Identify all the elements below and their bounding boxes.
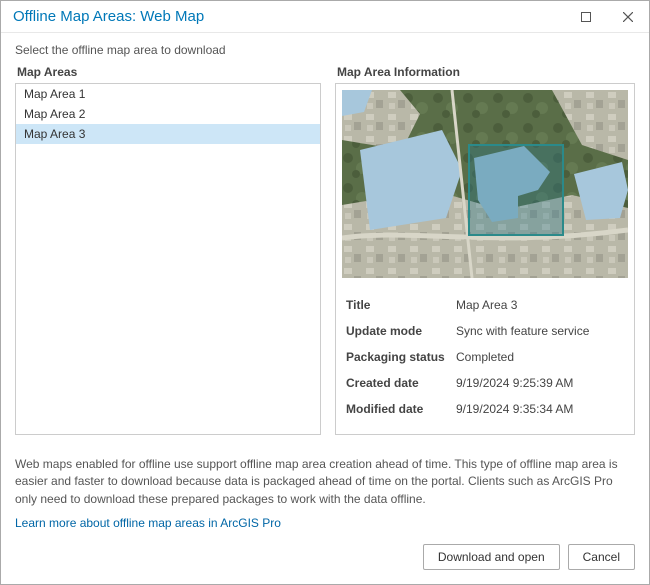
main-row: Map Areas Map Area 1 Map Area 2 Map Area… [15,65,635,435]
list-item[interactable]: Map Area 2 [16,104,320,124]
map-preview-image [342,90,628,278]
info-value: Map Area 3 [456,298,624,312]
info-value: Sync with feature service [456,324,624,338]
info-value: 9/19/2024 9:35:34 AM [456,402,624,416]
map-area-info-column: Map Area Information [335,65,635,435]
list-item[interactable]: Map Area 1 [16,84,320,104]
info-label: Update mode [346,324,456,338]
description-text: Web maps enabled for offline use support… [1,440,649,516]
map-area-info-header: Map Area Information [335,65,635,79]
info-label: Title [346,298,456,312]
download-and-open-button[interactable]: Download and open [423,544,560,570]
map-extent-overlay [468,144,564,236]
list-item[interactable]: Map Area 3 [16,124,320,144]
info-table: Title Map Area 3 Update mode Sync with f… [342,292,628,422]
map-areas-header: Map Areas [15,65,321,79]
info-label: Created date [346,376,456,390]
map-area-info-panel: Title Map Area 3 Update mode Sync with f… [335,83,635,435]
help-link[interactable]: Learn more about offline map areas in Ar… [1,516,649,540]
info-row-packaging-status: Packaging status Completed [346,344,624,370]
info-value: Completed [456,350,624,364]
button-row: Download and open Cancel [1,540,649,584]
info-value: 9/19/2024 9:25:39 AM [456,376,624,390]
close-button[interactable] [607,1,649,33]
window-title: Offline Map Areas: Web Map [13,8,565,25]
titlebar: Offline Map Areas: Web Map [1,1,649,33]
instruction-text: Select the offline map area to download [15,43,635,57]
info-row-update-mode: Update mode Sync with feature service [346,318,624,344]
maximize-button[interactable] [565,1,607,33]
dialog-content: Select the offline map area to download … [1,33,649,440]
map-areas-list[interactable]: Map Area 1 Map Area 2 Map Area 3 [15,83,321,435]
info-row-created-date: Created date 9/19/2024 9:25:39 AM [346,370,624,396]
info-row-title: Title Map Area 3 [346,292,624,318]
map-areas-column: Map Areas Map Area 1 Map Area 2 Map Area… [15,65,321,435]
info-label: Packaging status [346,350,456,364]
info-row-modified-date: Modified date 9/19/2024 9:35:34 AM [346,396,624,422]
cancel-button[interactable]: Cancel [568,544,635,570]
offline-map-areas-dialog: Offline Map Areas: Web Map Select the of… [0,0,650,585]
info-label: Modified date [346,402,456,416]
